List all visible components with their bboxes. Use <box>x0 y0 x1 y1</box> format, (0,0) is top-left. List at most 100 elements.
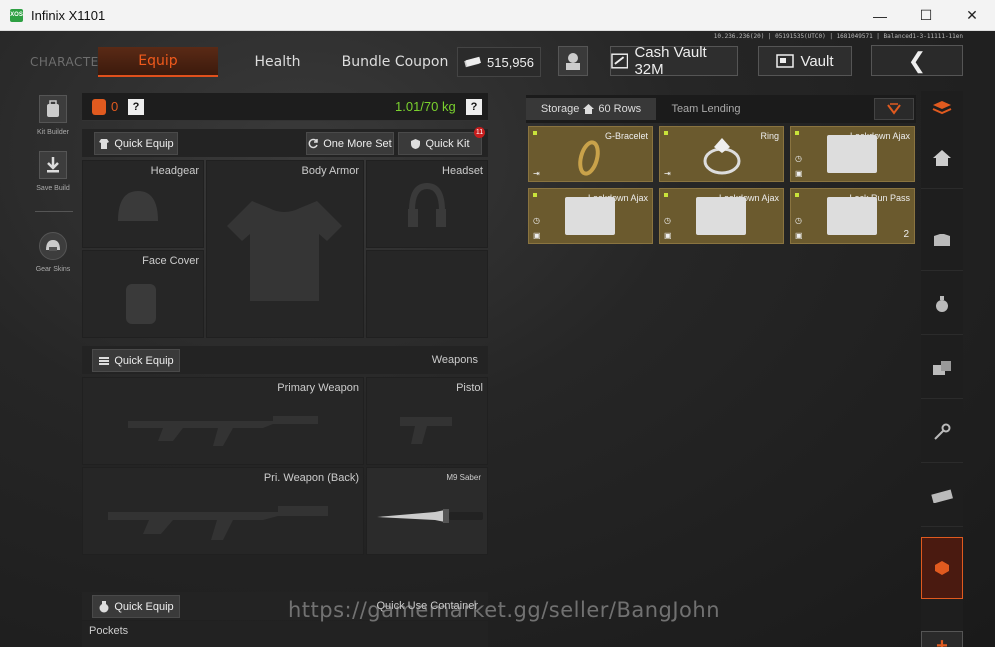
item-status-dot <box>795 193 799 197</box>
one-more-set-button[interactable]: One More Set <box>306 132 394 155</box>
bracelet-icon <box>578 140 600 176</box>
empty-gear-slot[interactable] <box>366 250 488 338</box>
status-row: 0 ? 1.01/70 kg ? <box>82 93 488 121</box>
storage-tabs: Storage 60 Rows Team Lending <box>526 95 916 123</box>
armor-icon <box>227 201 342 301</box>
storage-item[interactable]: G-Bracelet ⇥ <box>528 126 653 182</box>
weight-help-icon[interactable]: ? <box>466 99 482 115</box>
face-cover-label: Face Cover <box>142 255 199 267</box>
back-arrow-icon: ❮ <box>907 47 927 73</box>
item-status-dot <box>795 131 799 135</box>
storage-item[interactable]: Lockdown Ajax ◷ ▣ <box>659 188 784 244</box>
headset-slot[interactable]: Headset <box>366 160 488 248</box>
backpack-icon <box>39 95 67 123</box>
quick-kit-button[interactable]: Quick Kit 11 <box>398 127 485 155</box>
headgear-label: Headgear <box>150 165 199 177</box>
item-exit-icon: ⇥ <box>533 169 540 178</box>
weapons-section-label: Weapons <box>431 354 478 366</box>
cash-vault-button[interactable]: Cash Vault 32M <box>610 44 738 78</box>
top-nav: CHARACTER Equip Health Bundle Coupon 515… <box>0 31 995 91</box>
tab-bundle-coupon[interactable]: Bundle Coupon <box>340 47 450 77</box>
category-armor-icon[interactable] <box>921 209 963 271</box>
storage-rows: 60 Rows <box>598 103 642 115</box>
game-screen: 10.236.236(20) | 05191535(UTC0) | 168104… <box>0 31 995 647</box>
weapons-action-row: Quick Equip Weapons <box>82 346 488 374</box>
tab-team-lending[interactable]: Team Lending <box>666 98 746 120</box>
operator-avatar-button[interactable] <box>558 46 588 76</box>
category-collectibles-icon[interactable] <box>921 537 963 599</box>
pistol-slot[interactable]: Pistol <box>366 377 488 465</box>
category-home-icon[interactable] <box>921 127 963 189</box>
headset-label: Headset <box>442 165 483 177</box>
tab-health[interactable]: Health <box>240 47 315 77</box>
currency-display[interactable]: 515,956 <box>457 47 541 77</box>
primary-weapon-label: Primary Weapon <box>277 382 359 394</box>
weapon-rack-icon <box>99 356 110 365</box>
close-button[interactable]: ✕ <box>949 0 995 31</box>
quick-kit-label: Quick Kit <box>425 137 470 150</box>
melee-label: M9 Saber <box>446 473 481 482</box>
storage-item[interactable]: Ring ⇥ <box>659 126 784 182</box>
pistol-icon <box>400 417 452 444</box>
add-category-button[interactable]: + <box>921 631 963 647</box>
left-sidebar: Kit Builder Save Build Gear Skins <box>0 91 73 647</box>
pockets-label: Pockets <box>89 625 129 637</box>
operator-icon <box>566 53 580 70</box>
face-cover-slot[interactable]: Face Cover <box>82 250 204 338</box>
melee-slot[interactable]: M9 Saber <box>366 467 488 555</box>
ring-icon <box>703 138 741 175</box>
item-box-icon: ▣ <box>795 169 803 178</box>
item-status-dot <box>664 193 668 197</box>
money-icon <box>464 56 481 68</box>
body-armor-label: Body Armor <box>301 165 359 177</box>
primary-weapon-slot[interactable]: Primary Weapon <box>82 377 364 465</box>
tab-storage[interactable]: Storage 60 Rows <box>526 98 656 120</box>
headgear-slot[interactable]: Headgear <box>82 160 204 248</box>
minimize-button[interactable]: — <box>857 0 903 31</box>
help-icon[interactable]: ? <box>128 99 144 115</box>
category-sidebar: + <box>921 91 963 647</box>
stack-icon[interactable] <box>921 91 963 125</box>
grenade-icon <box>99 600 109 612</box>
back-button[interactable]: ❮ <box>871 45 963 76</box>
container-quick-equip-button[interactable]: Quick Equip <box>92 595 180 618</box>
gear-quick-equip-label: Quick Equip <box>114 137 174 150</box>
item-box-icon: ▣ <box>795 231 803 240</box>
cash-vault-icon <box>611 53 629 69</box>
gear-quick-equip-button[interactable]: Quick Equip <box>94 132 178 155</box>
item-clock-icon: ◷ <box>795 154 802 163</box>
shirt-icon <box>99 138 110 149</box>
cash-vault-label: Cash Vault 32M <box>634 44 707 78</box>
storage-item[interactable]: Lock Run Pass ◷ ▣ 2 <box>790 188 915 244</box>
shield-icon <box>411 138 421 149</box>
pistol-label: Pistol <box>456 382 483 394</box>
keycard-icon <box>696 197 746 235</box>
tab-equip[interactable]: Equip <box>98 47 218 77</box>
vest-count: 0 <box>111 99 119 114</box>
filter-button[interactable] <box>874 98 914 120</box>
plus-icon: + <box>936 634 948 647</box>
item-name: G-Bracelet <box>604 131 648 141</box>
vault-icon <box>776 54 795 68</box>
item-box-icon: ▣ <box>533 231 541 240</box>
primary-weapon-back-slot[interactable]: Pri. Weapon (Back) <box>82 467 364 555</box>
one-more-set-label: One More Set <box>323 137 392 150</box>
item-clock-icon: ◷ <box>795 216 802 225</box>
category-key-icon[interactable] <box>921 401 963 463</box>
kit-builder-label: Kit Builder <box>37 129 69 136</box>
category-supplies-icon[interactable] <box>921 337 963 399</box>
body-armor-slot[interactable]: Body Armor <box>206 160 364 338</box>
rifle-back-icon <box>108 506 328 540</box>
run-pass-icon <box>827 197 877 235</box>
category-cash-icon[interactable] <box>921 465 963 527</box>
item-status-dot <box>533 131 537 135</box>
tab-character[interactable]: CHARACTER <box>30 47 108 77</box>
gear-skins-label: Gear Skins <box>35 266 71 273</box>
maximize-button[interactable]: ☐ <box>903 0 949 31</box>
storage-item[interactable]: Lockdown Ajax ◷ ▣ <box>528 188 653 244</box>
category-grenade-icon[interactable] <box>921 273 963 335</box>
item-clock-icon: ◷ <box>664 216 671 225</box>
vault-button[interactable]: Vault <box>758 46 852 76</box>
weapons-quick-equip-button[interactable]: Quick Equip <box>92 349 180 372</box>
storage-item[interactable]: Lockdown Ajax ◷ ▣ <box>790 126 915 182</box>
